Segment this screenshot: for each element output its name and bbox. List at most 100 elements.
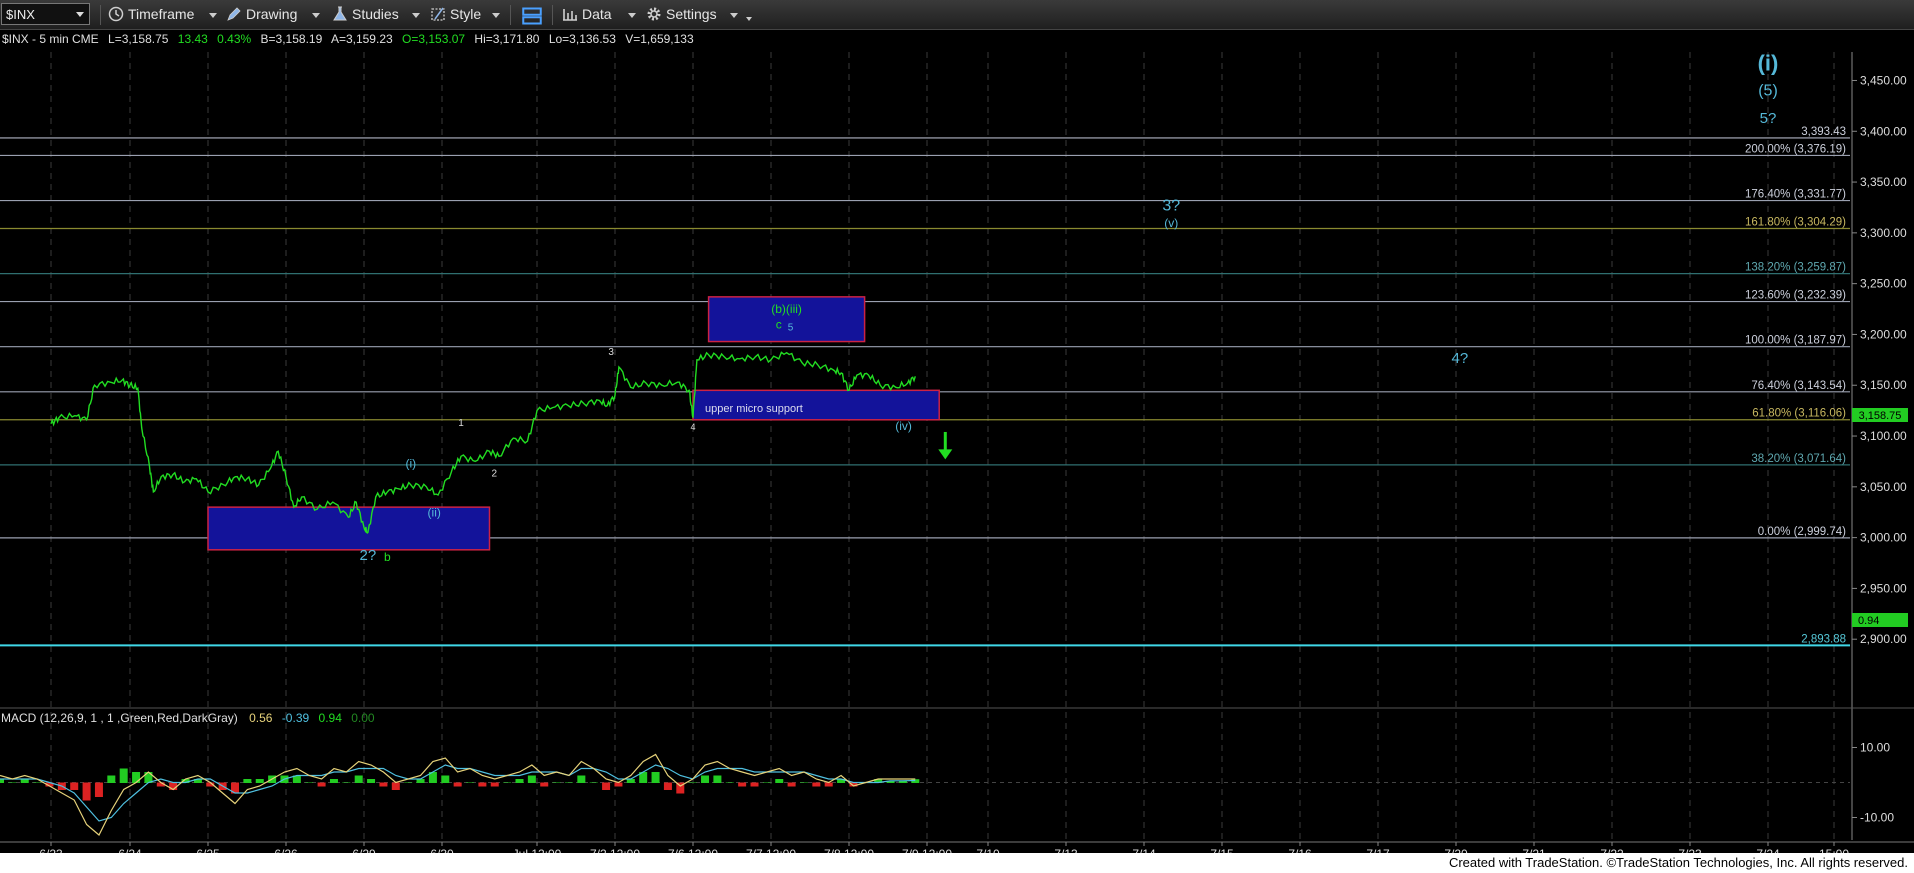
macd-histogram-bar — [663, 782, 672, 790]
macd-histogram-bar — [132, 772, 141, 783]
y-tick-label: 3,000.00 — [1860, 531, 1907, 545]
macd-histogram-bar — [255, 779, 264, 783]
low-price: Lo=3,136.53 — [549, 32, 616, 46]
macd-tag-text: 0.94 — [1858, 615, 1879, 627]
macd-histogram-bar — [725, 782, 734, 783]
macd-histogram-bar — [329, 779, 338, 783]
macd-histogram-bar — [367, 779, 376, 783]
toolbar-divider — [100, 5, 101, 25]
macd-histogram-bar — [342, 782, 351, 783]
wave-label: 3? — [1162, 198, 1180, 215]
wave-label: 1 — [458, 418, 464, 429]
toolbar-divider — [552, 5, 553, 25]
toolbar-overflow-icon[interactable] — [746, 17, 752, 21]
drawing-button[interactable]: Drawing — [226, 6, 297, 24]
style-icon — [431, 7, 445, 21]
y-tick-label: 3,250.00 — [1860, 277, 1907, 291]
studies-button[interactable]: Studies — [332, 6, 399, 24]
settings-dropdown-icon[interactable] — [730, 13, 738, 18]
symbol-title: $INX - 5 min CME — [2, 32, 99, 46]
wave-label: (i) — [1758, 50, 1779, 75]
clock-icon — [108, 6, 124, 22]
wave-label: (ii) — [428, 505, 441, 519]
wave-label: 2 — [491, 469, 497, 480]
macd-histogram-bar — [552, 782, 561, 783]
macd-histogram-bar — [379, 782, 388, 787]
y-tick-label: 3,100.00 — [1860, 429, 1907, 443]
macd-histogram-bar — [589, 782, 598, 783]
fib-label: 0.00% (2,999.74) — [1758, 526, 1846, 538]
y-tick-label: 3,150.00 — [1860, 378, 1907, 392]
last-price: L=3,158.75 — [108, 32, 169, 46]
fib-label: 61.80% (3,116.06) — [1752, 408, 1846, 420]
chart-canvas[interactable]: 200.00% (3,376.19)176.40% (3,331.77)161.… — [0, 30, 1914, 853]
y-tick-label: 3,450.00 — [1860, 73, 1907, 87]
fib-label: 176.40% (3,331.77) — [1745, 189, 1846, 201]
wave-label: 2? — [360, 547, 377, 564]
macd-header: MACD (12,26,9, 1 , 1 ,Green,Red,DarkGray… — [1, 711, 375, 725]
timeframe-dropdown-icon[interactable] — [209, 13, 217, 18]
macd-histogram-bar — [70, 782, 79, 790]
zone-label: upper micro support — [705, 403, 803, 415]
fib-label: 161.80% (3,304.29) — [1745, 216, 1846, 228]
wave-label: 5? — [1760, 110, 1777, 127]
high-price: Hi=3,171.80 — [474, 32, 539, 46]
open-price: O=3,153.07 — [402, 32, 465, 46]
macd-histogram-bar — [317, 782, 326, 787]
data-dropdown-icon[interactable] — [628, 13, 636, 18]
y-tick-label: 3,400.00 — [1860, 124, 1907, 138]
macd-histogram-bar — [453, 782, 462, 787]
wave-label: c — [776, 317, 782, 331]
macd-histogram-bar — [762, 782, 771, 783]
price-level-label: 2,893.88 — [1801, 633, 1846, 645]
settings-button[interactable]: Settings — [646, 6, 717, 24]
macd-histogram-bar — [713, 775, 722, 783]
percent-change: 0.43% — [217, 32, 251, 46]
macd-histogram-bar — [651, 772, 660, 783]
wave-label: (iv) — [895, 419, 912, 433]
timeframe-button[interactable]: Timeframe — [108, 6, 194, 24]
macd-histogram-bar — [478, 782, 487, 787]
studies-dropdown-icon[interactable] — [412, 13, 420, 18]
y-tick-label: 3,300.00 — [1860, 226, 1907, 240]
fib-label: 38.20% (3,071.64) — [1751, 453, 1846, 465]
layout-button[interactable] — [522, 6, 546, 25]
data-button[interactable]: Data — [562, 6, 612, 24]
y-tick-label: 3,350.00 — [1860, 175, 1907, 189]
chart-background — [0, 30, 1914, 853]
macd-histogram-bar — [738, 782, 747, 787]
macd-histogram-bar — [515, 779, 524, 783]
bars-icon — [563, 9, 577, 21]
macd-histogram-bar — [391, 782, 400, 790]
macd-y-tick-label: 10.00 — [1860, 741, 1890, 755]
support-zone-box — [207, 506, 491, 551]
macd-histogram-bar — [775, 779, 784, 783]
bid-price: B=3,158.19 — [261, 32, 323, 46]
macd-histogram-bar — [119, 768, 128, 783]
toolbar-divider — [510, 5, 511, 25]
volume: V=1,659,133 — [625, 32, 694, 46]
macd-histogram-bar — [812, 782, 821, 787]
macd-histogram-bar — [305, 782, 314, 783]
macd-histogram-bar — [540, 782, 549, 787]
macd-histogram-bar — [441, 775, 450, 783]
style-dropdown-icon[interactable] — [492, 13, 500, 18]
drawing-label: Drawing — [246, 6, 298, 22]
y-tick-label: 3,050.00 — [1860, 480, 1907, 494]
macd-histogram-bar — [94, 782, 103, 797]
macd-histogram-bar — [243, 779, 252, 783]
symbol-input[interactable]: $INX — [1, 3, 90, 25]
macd-value: 0.56 — [249, 711, 273, 725]
style-button[interactable]: Style — [430, 6, 481, 24]
macd-histogram-bar — [688, 782, 697, 783]
fib-label: 123.60% (3,232.39) — [1745, 290, 1846, 302]
drawing-dropdown-icon[interactable] — [312, 13, 320, 18]
price-level-label: 3,393.43 — [1801, 126, 1846, 138]
macd-histogram-bar — [564, 782, 573, 783]
chevron-down-icon[interactable] — [76, 12, 84, 17]
copyright-text: Created with TradeStation. ©TradeStation… — [1448, 855, 1908, 870]
macd-label: MACD (12,26,9, 1 , 1 ,Green,Red,DarkGray… — [1, 711, 238, 725]
net-change: 13.43 — [178, 32, 208, 46]
macd-histogram-bar — [82, 782, 91, 801]
macd-histogram-bar — [787, 782, 796, 787]
